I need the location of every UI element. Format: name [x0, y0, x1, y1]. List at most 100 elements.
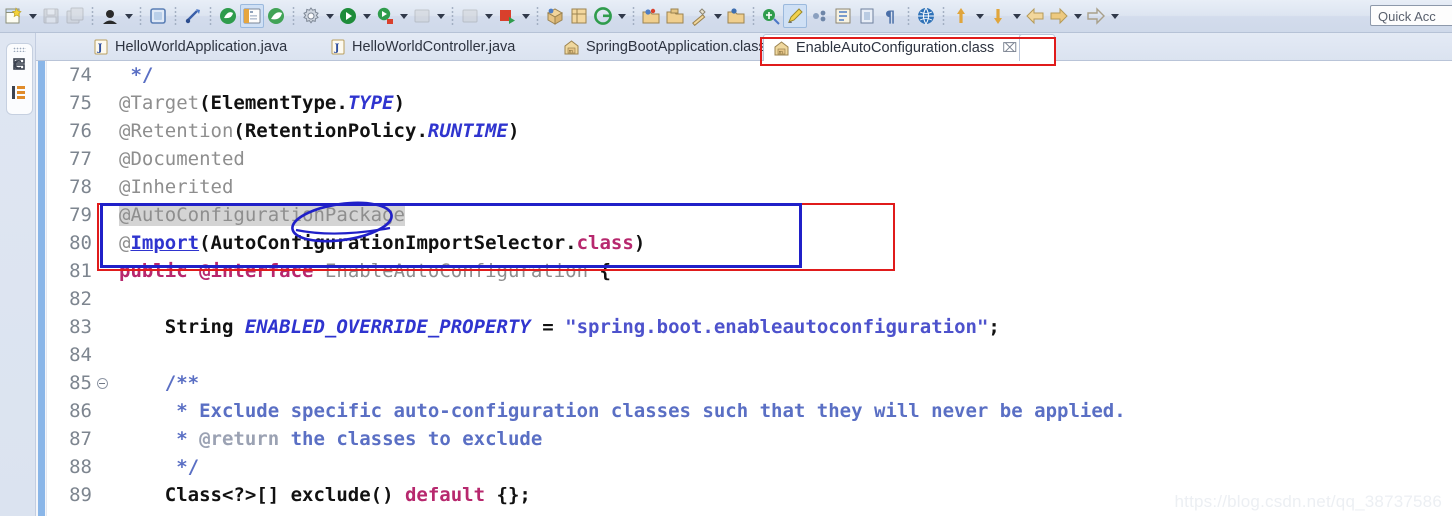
code-token: ( [199, 232, 211, 254]
run-icon[interactable] [336, 4, 360, 28]
code-line[interactable]: 87 * @return the classes to exclude [47, 425, 1452, 453]
previous-annotation-icon[interactable] [949, 4, 973, 28]
open-web-browser-icon[interactable] [914, 4, 938, 28]
coverage-icon[interactable] [458, 4, 482, 28]
code-line[interactable]: 85 /** [47, 369, 1452, 397]
code-line[interactable]: 78 @Inherited [47, 173, 1452, 201]
code-line-text: @AutoConfigurationPackage [109, 204, 405, 226]
show-whitespace-icon[interactable]: ¶ [879, 4, 903, 28]
code-line[interactable]: 75 @Target(ElementType.TYPE) [47, 89, 1452, 117]
toolbar-group [949, 2, 1121, 30]
code-line[interactable]: 88 */ [47, 453, 1452, 481]
toggle-mark-occurrences-icon[interactable] [783, 4, 807, 28]
boot-dash-icon[interactable] [181, 4, 205, 28]
open-type-icon[interactable] [639, 4, 663, 28]
external-tools-icon[interactable] [299, 4, 323, 28]
code-token: public [119, 260, 188, 282]
save-icon[interactable] [39, 4, 63, 28]
editor-tab-label: EnableAutoConfiguration.class [796, 40, 995, 56]
restore-package-explorer-icon[interactable]: C [11, 56, 28, 73]
restore-outline-icon[interactable] [11, 84, 28, 101]
code-token: Import [130, 232, 200, 254]
code-line[interactable]: 74 */ [47, 61, 1452, 89]
profile-dropdown[interactable] [434, 4, 447, 28]
new-java-class-dropdown[interactable] [122, 4, 135, 28]
profile-icon[interactable] [410, 4, 434, 28]
line-number: 87 [69, 428, 92, 450]
save-all-icon[interactable] [63, 4, 87, 28]
new-wizard-dropdown[interactable] [26, 4, 39, 28]
editor-tab[interactable]: m SpringBootApplication.class [554, 34, 798, 60]
next-annotation-dropdown[interactable] [1010, 4, 1023, 28]
open-perspective-icon[interactable] [240, 4, 264, 28]
new-type-icon[interactable] [567, 4, 591, 28]
run-last-tool-icon[interactable] [495, 4, 519, 28]
tab-close-icon[interactable]: ⌧ [1002, 40, 1017, 56]
code-line[interactable]: 77 @Documented [47, 145, 1452, 173]
toolbar-separator [89, 6, 96, 26]
toggle-word-wrap-icon[interactable] [855, 4, 879, 28]
code-token: default [404, 484, 486, 506]
line-number: 84 [69, 344, 92, 366]
editor-tab[interactable]: m EnableAutoConfiguration.class ⌧ [763, 34, 1053, 61]
last-edit-location-icon[interactable] [1084, 4, 1108, 28]
new-wizard-icon[interactable] [2, 4, 26, 28]
code-line[interactable]: 84 [47, 341, 1452, 369]
blog-watermark: https://blog.csdn.net/qq_38737586 [1174, 492, 1442, 511]
toolbar-separator [207, 6, 214, 26]
editor-tab[interactable]: J HelloWorldController.java [321, 34, 553, 60]
git-dropdown[interactable] [615, 4, 628, 28]
line-number: 86 [69, 400, 92, 422]
fold-collapse-icon[interactable] [95, 377, 109, 389]
last-edit-dropdown[interactable] [1108, 4, 1121, 28]
new-java-class-icon[interactable] [98, 4, 122, 28]
toolbar-group [2, 2, 87, 30]
run-last-tool-dropdown[interactable] [519, 4, 532, 28]
forward-icon[interactable] [1047, 4, 1071, 28]
toolbar-separator [940, 6, 947, 26]
code-token: @Inherited [119, 176, 234, 198]
code-text-area[interactable]: 74 */75 @Target(ElementType.TYPE) 76 @Reten… [47, 61, 1452, 516]
git-repositories-icon[interactable] [591, 4, 615, 28]
class-file-icon: m [563, 39, 580, 55]
open-resource-icon[interactable] [724, 4, 748, 28]
debug-icon[interactable] [373, 4, 397, 28]
code-token: ) [393, 92, 406, 114]
open-task-icon[interactable] [663, 4, 687, 28]
code-line[interactable]: 83 String ENABLED_OVERRIDE_PROPERTY = "s… [47, 313, 1452, 341]
back-icon[interactable] [1023, 4, 1047, 28]
previous-annotation-dropdown[interactable] [973, 4, 986, 28]
new-package-icon[interactable] [543, 4, 567, 28]
code-line[interactable]: 80 @Import(AutoConfigurationImportSelecto… [47, 229, 1452, 257]
code-line[interactable]: 86 * Exclude specific auto-configuration… [47, 397, 1452, 425]
coverage-dropdown[interactable] [482, 4, 495, 28]
external-tools-dropdown[interactable] [323, 4, 336, 28]
search-icon[interactable] [687, 4, 711, 28]
code-line[interactable]: 82 [47, 285, 1452, 313]
code-token: ( [233, 120, 245, 142]
code-line[interactable]: 79 @AutoConfigurationPackage [47, 201, 1452, 229]
code-token: ( [199, 92, 211, 114]
code-line[interactable]: 76 @Retention(RetentionPolicy.RUNTIME) [47, 117, 1452, 145]
code-token: AutoConfigurationImportSelector [210, 232, 566, 254]
pin-editor-icon[interactable] [759, 4, 783, 28]
editor-tab[interactable]: J HelloWorldApplication.java [84, 34, 324, 60]
forward-dropdown[interactable] [1071, 4, 1084, 28]
rail-grip-icon[interactable] [13, 47, 26, 52]
search-dropdown[interactable] [711, 4, 724, 28]
code-line[interactable]: 81 public @interface EnableAutoConfigurat… [47, 257, 1452, 285]
run-dropdown[interactable] [360, 4, 373, 28]
quick-access-input[interactable]: Quick Acc [1370, 5, 1452, 26]
spring-leaf-icon[interactable] [216, 4, 240, 28]
next-annotation-icon[interactable] [986, 4, 1010, 28]
debug-dropdown[interactable] [397, 4, 410, 28]
toggle-breadcrumb-icon[interactable] [807, 4, 831, 28]
code-line-text: Class<?>[] exclude() default {}; [109, 484, 531, 506]
new-spring-starter-project-icon[interactable] [146, 4, 170, 28]
java-editor[interactable]: 74 */75 @Target(ElementType.TYPE) 76 @Reten… [36, 61, 1452, 516]
spring-boot-icon[interactable] [264, 4, 288, 28]
code-token: ) [507, 120, 520, 142]
toggle-block-selection-icon[interactable] [831, 4, 855, 28]
